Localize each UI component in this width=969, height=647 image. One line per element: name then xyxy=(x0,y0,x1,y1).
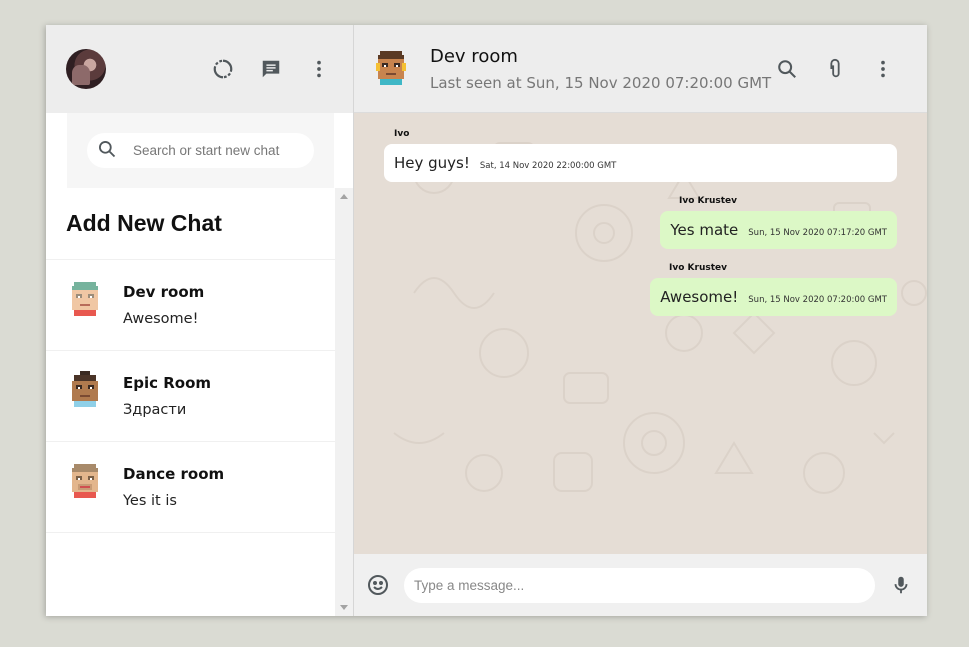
more-vert-icon[interactable] xyxy=(869,55,897,83)
chat-item-epic-room[interactable]: Epic Room Здрасти xyxy=(46,351,336,442)
message-outgoing: Ivo Krustev Awesome! Sun, 15 Nov 2020 07… xyxy=(384,263,897,316)
status-icon[interactable] xyxy=(209,55,237,83)
message-text: Hey guys! xyxy=(394,154,470,172)
scroll-down-arrow-icon[interactable] xyxy=(340,605,348,610)
message-timestamp: Sun, 15 Nov 2020 07:17:20 GMT xyxy=(748,228,887,238)
chat-header: Dev room Last seen at Sun, 15 Nov 2020 0… xyxy=(354,25,927,113)
chat-last-message: Здрасти xyxy=(123,402,187,418)
message-bubble[interactable]: Yes mate Sun, 15 Nov 2020 07:17:20 GMT xyxy=(660,211,897,249)
chat-last-message: Yes it is xyxy=(123,493,177,509)
chat-actions xyxy=(773,55,897,83)
chat-footer xyxy=(354,554,927,616)
emoji-icon[interactable] xyxy=(364,571,392,599)
pixel-avatar-dark-skin xyxy=(68,371,102,411)
new-chat-icon[interactable] xyxy=(257,55,285,83)
message-input[interactable] xyxy=(404,567,875,603)
message-timestamp: Sat, 14 Nov 2020 22:00:00 GMT xyxy=(479,161,617,171)
attach-icon[interactable] xyxy=(821,55,849,83)
chat-list: Add New Chat Dev room Awesome! Epic Room… xyxy=(46,188,336,616)
chat-name: Dance room xyxy=(123,465,225,483)
chat-body: Ivo Hey guys! Sat, 14 Nov 2020 22:00:00 … xyxy=(354,113,927,554)
message-sender: Ivo Krustev xyxy=(679,196,737,206)
search-container xyxy=(67,113,334,188)
mic-icon[interactable] xyxy=(887,571,915,599)
add-new-chat[interactable]: Add New Chat xyxy=(46,188,336,260)
pixel-avatar-green-hair xyxy=(68,280,102,320)
search-icon[interactable] xyxy=(773,55,801,83)
room-avatar[interactable] xyxy=(374,49,408,89)
message-sender: Ivo Krustev xyxy=(669,263,727,273)
more-vert-icon[interactable] xyxy=(305,55,333,83)
chat-name: Dev room xyxy=(123,283,205,301)
message-text: Awesome! xyxy=(660,288,739,306)
message-sender: Ivo xyxy=(394,129,410,139)
user-avatar[interactable] xyxy=(66,49,106,89)
pixel-avatar-tan xyxy=(68,462,102,502)
sidebar-actions xyxy=(209,55,333,83)
chat-last-message: Awesome! xyxy=(123,311,199,327)
room-name: Dev room xyxy=(430,45,518,67)
sidebar-header xyxy=(46,25,353,113)
scroll-up-arrow-icon[interactable] xyxy=(340,194,348,199)
last-seen: Last seen at Sun, 15 Nov 2020 07:20:00 G… xyxy=(430,73,772,92)
message-bubble[interactable]: Awesome! Sun, 15 Nov 2020 07:20:00 GMT xyxy=(650,278,897,316)
message-timestamp: Sun, 15 Nov 2020 07:20:00 GMT xyxy=(748,295,887,305)
sidebar-scrollbar[interactable] xyxy=(335,188,353,616)
app-window: Add New Chat xyxy=(46,25,927,616)
message-bubble[interactable]: Hey guys! Sat, 14 Nov 2020 22:00:00 GMT xyxy=(384,144,897,182)
search-icon xyxy=(97,139,117,163)
search-box[interactable] xyxy=(87,133,314,168)
chat-item-dev-room[interactable]: Dev room Awesome! xyxy=(46,260,336,351)
chat-item-dance-room[interactable]: Dance room Yes it is xyxy=(46,442,336,533)
message-incoming: Ivo Hey guys! Sat, 14 Nov 2020 22:00:00 … xyxy=(384,129,897,182)
search-input[interactable] xyxy=(133,143,303,158)
chat-name: Epic Room xyxy=(123,374,212,392)
add-new-chat-label: Add New Chat xyxy=(66,210,222,236)
message-text: Yes mate xyxy=(670,221,739,239)
chat-panel: Dev room Last seen at Sun, 15 Nov 2020 0… xyxy=(354,25,927,616)
message-outgoing: Ivo Krustev Yes mate Sun, 15 Nov 2020 07… xyxy=(384,196,897,249)
sidebar: Add New Chat xyxy=(46,25,354,616)
